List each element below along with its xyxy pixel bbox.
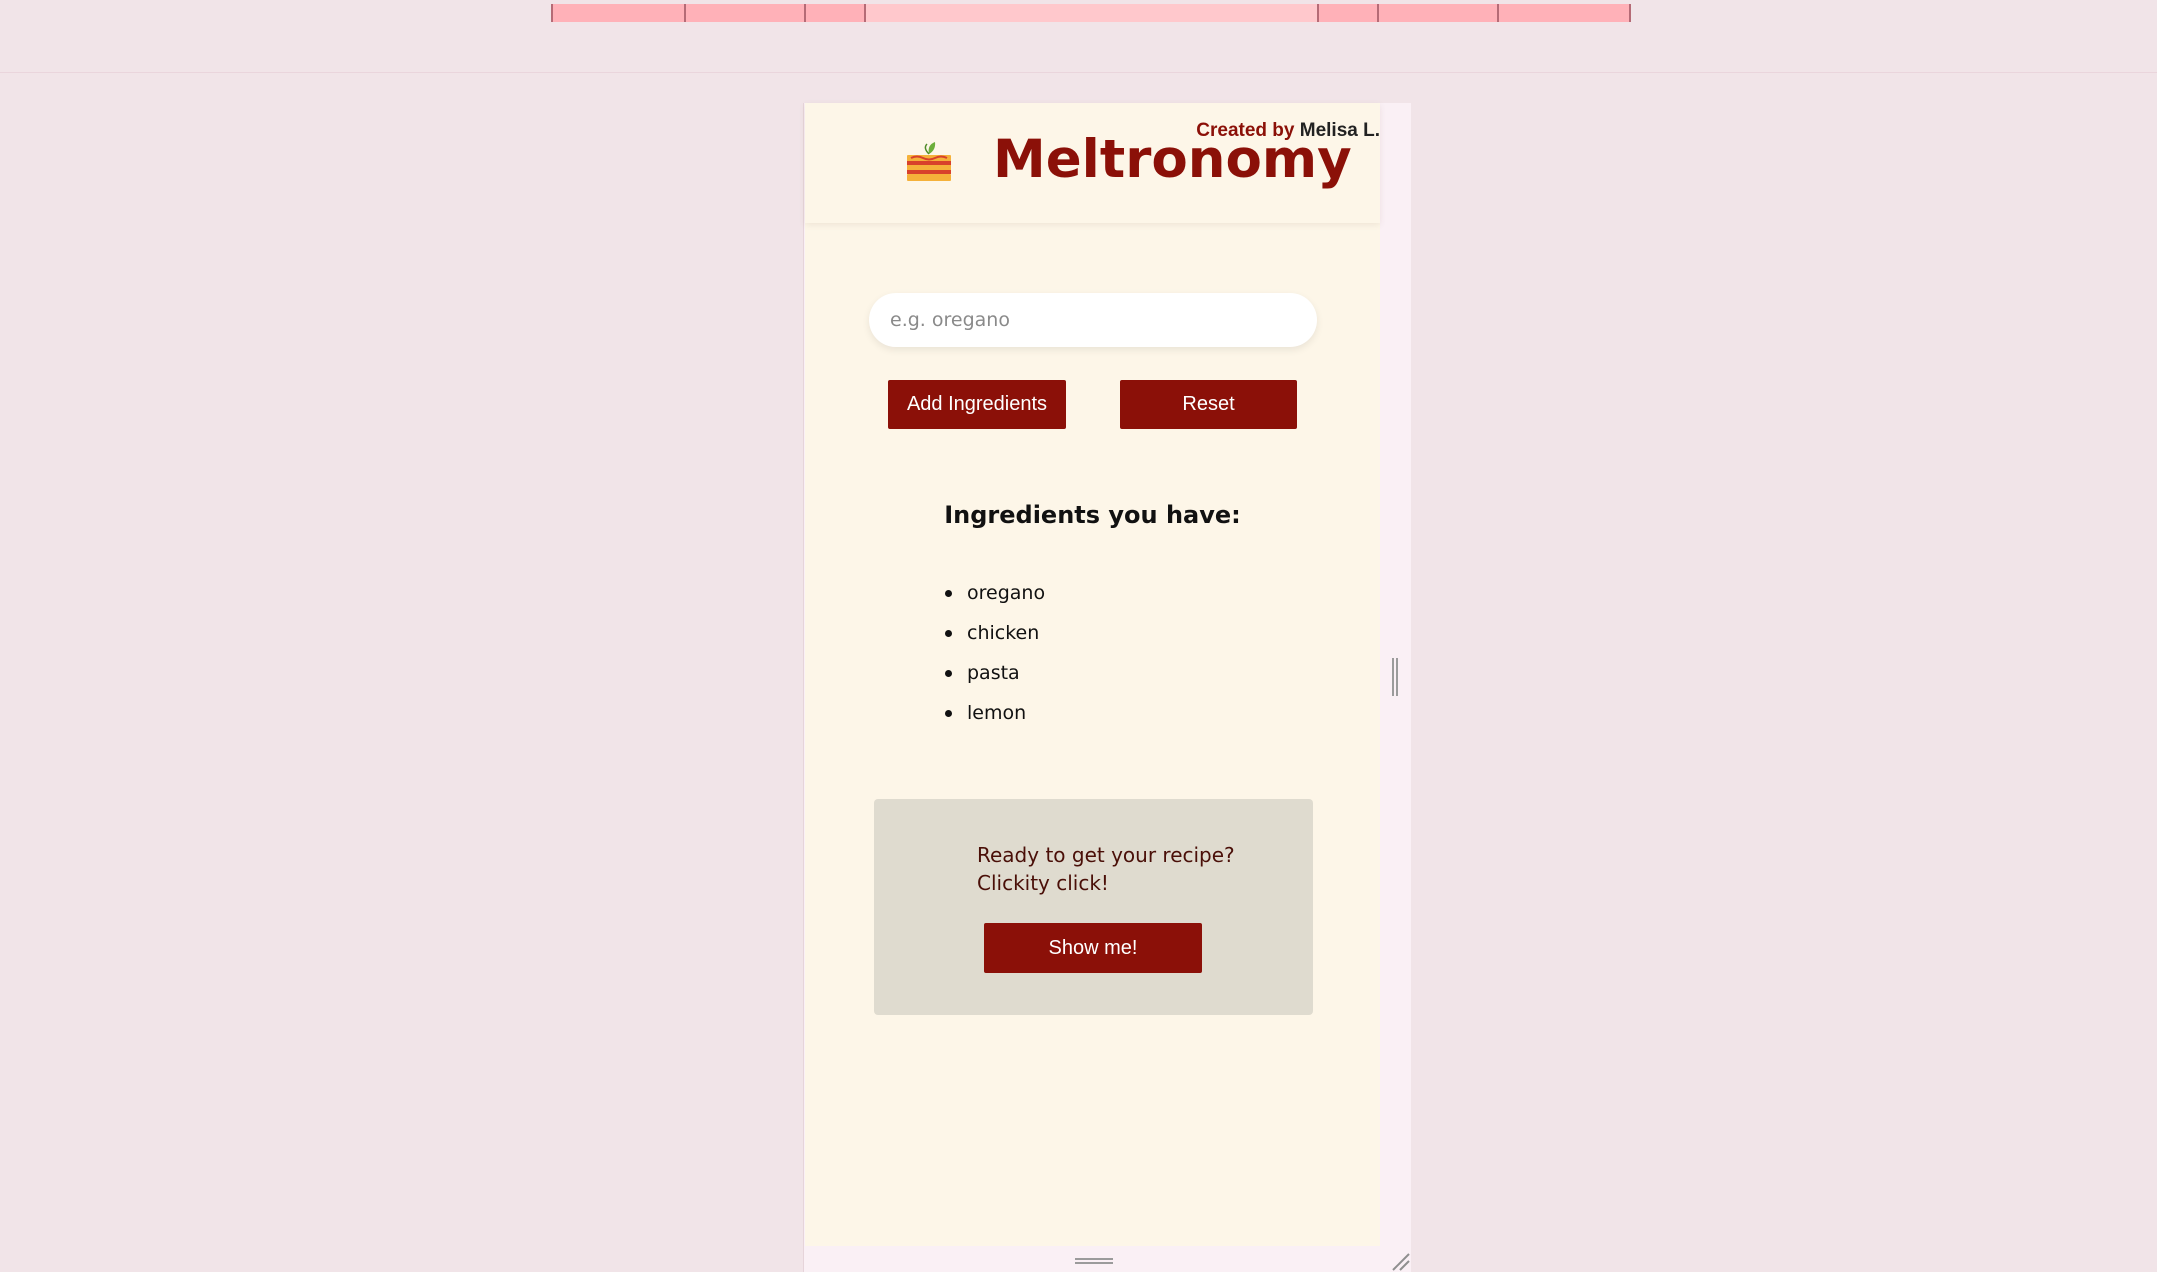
ingredient-search[interactable] — [869, 293, 1317, 347]
ruler-tick — [1317, 4, 1319, 22]
list-item: lemon — [944, 693, 1045, 733]
ingredients-heading: Ingredients you have: — [944, 501, 1241, 529]
add-ingredients-button[interactable]: Add Ingredients — [888, 380, 1066, 429]
lasagna-icon — [907, 142, 951, 181]
ruler-tick — [864, 4, 866, 22]
ingredients-list: oregano chicken pasta lemon — [944, 573, 1045, 733]
ruler-tick — [1629, 4, 1631, 22]
ingredient-input[interactable] — [888, 308, 1279, 332]
corner-resize-grip-icon[interactable] — [1389, 1250, 1411, 1272]
resize-handle-vertical[interactable] — [1392, 658, 1398, 696]
ruler-tick — [551, 4, 553, 22]
ruler-tick — [684, 4, 686, 22]
app-title: Meltronomy — [993, 129, 1352, 190]
cta-line-2: Clickity click! — [977, 871, 1109, 895]
recipe-cta-card: Ready to get your recipe? Clickity click… — [874, 799, 1313, 1015]
device-frame: Created by Melisa L. Meltronomy Add Ingr… — [803, 103, 1411, 1272]
cta-line-1: Ready to get your recipe? — [977, 843, 1235, 867]
reset-button[interactable]: Reset — [1120, 380, 1297, 429]
app-container: Created by Melisa L. Meltronomy Add Ingr… — [805, 103, 1380, 1246]
resize-handle-horizontal[interactable] — [1075, 1258, 1113, 1264]
list-item: chicken — [944, 613, 1045, 653]
ruler-segment[interactable] — [1317, 4, 1631, 22]
ruler-tick — [804, 4, 806, 22]
toolbar-divider — [0, 72, 2157, 73]
ruler-tick — [1497, 4, 1499, 22]
cta-text: Ready to get your recipe? Clickity click… — [977, 841, 1235, 897]
ruler-segment[interactable] — [551, 4, 865, 22]
responsive-ruler[interactable] — [551, 4, 1631, 22]
list-item: oregano — [944, 573, 1045, 613]
ruler-tick — [1377, 4, 1379, 22]
show-me-button[interactable]: Show me! — [984, 923, 1202, 973]
app-header: Created by Melisa L. Meltronomy — [805, 103, 1380, 223]
list-item: pasta — [944, 653, 1045, 693]
